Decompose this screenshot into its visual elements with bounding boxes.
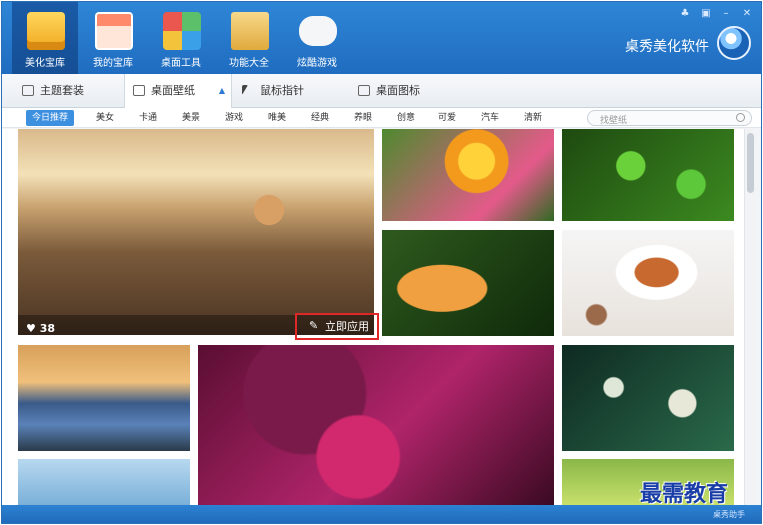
wallpaper-starfish[interactable]: ♥ 38: [18, 129, 374, 335]
gamepad-icon: [299, 16, 337, 46]
wallpaper-penguin[interactable]: [18, 459, 190, 505]
tab-label: 桌面图标: [376, 84, 420, 97]
category-today[interactable]: 今日推荐: [26, 110, 75, 126]
close-icon[interactable]: ✕: [740, 8, 754, 20]
category-cute[interactable]: 可爱: [432, 110, 462, 126]
category-bar: 今日推荐 美女 卡通 美景 游戏 唯美 经典 养眼 创意 可爱 汽车 清新 找壁…: [2, 108, 761, 128]
wallpaper-deer-lake[interactable]: [18, 345, 190, 451]
category-cars[interactable]: 汽车: [475, 110, 505, 126]
scroll-thumb[interactable]: [747, 133, 754, 193]
tab-label: 主题套装: [40, 84, 84, 97]
vertical-scrollbar[interactable]: [744, 129, 756, 505]
skin-icon[interactable]: ♣: [678, 8, 692, 20]
category-games[interactable]: 游戏: [219, 110, 249, 126]
search-placeholder: 找壁纸: [600, 116, 628, 126]
watermark-text: 最需教育: [640, 481, 729, 507]
wallpaper-grid: ♥ 38 ✎ 立即应用: [2, 129, 744, 505]
app-window: 美化宝库 我的宝库 桌面工具 功能大全 炫酷游戏 ♣ ▣ – ✕ 桌秀美化软件 …: [1, 1, 762, 524]
tab-wallpapers[interactable]: 桌面壁纸 ▲: [124, 74, 232, 108]
nav-label: 我的宝库: [93, 58, 133, 69]
tab-icons[interactable]: 桌面图标: [350, 74, 460, 108]
category-classic[interactable]: 经典: [305, 110, 335, 126]
wallpaper-flower[interactable]: [382, 129, 554, 221]
theme-icon: [22, 85, 34, 96]
tab-cursors[interactable]: 鼠标指针: [234, 74, 344, 108]
category-creative[interactable]: 创意: [391, 110, 421, 126]
wallpaper-pink-flower[interactable]: [198, 345, 554, 505]
magic-wand-icon: ✎: [309, 319, 319, 332]
wallpaper-dandelion[interactable]: [562, 345, 734, 451]
tab-label: 鼠标指针: [260, 84, 304, 97]
nav-label: 功能大全: [229, 58, 269, 69]
wallpaper-clover[interactable]: [562, 129, 734, 221]
status-text: 桌秀助手: [713, 510, 745, 519]
nav-item-games[interactable]: 炫酷游戏: [284, 2, 350, 74]
wallpaper-kitten[interactable]: [382, 230, 554, 336]
cursor-icon: [242, 85, 248, 95]
category-fresh[interactable]: 清新: [518, 110, 548, 126]
category-eye-candy[interactable]: 养眼: [348, 110, 378, 126]
header-bar: 美化宝库 我的宝库 桌面工具 功能大全 炫酷游戏 ♣ ▣ – ✕ 桌秀美化软件: [2, 2, 761, 74]
minimize-icon[interactable]: –: [719, 8, 733, 20]
apply-now-label: 立即应用: [325, 320, 369, 333]
treasure-box-icon: [27, 12, 65, 50]
toolbox-icon: [231, 12, 269, 50]
nav-item-gallery[interactable]: 美化宝库: [12, 2, 78, 74]
brand-logo: [717, 26, 751, 60]
nav-item-features[interactable]: 功能大全: [216, 2, 282, 74]
category-cartoon[interactable]: 卡通: [133, 110, 163, 126]
search-icon[interactable]: [736, 113, 745, 122]
nav-item-desktop-tools[interactable]: 桌面工具: [148, 2, 214, 74]
shop-icon: [95, 12, 133, 50]
search-input[interactable]: 找壁纸: [587, 110, 752, 126]
tab-bar: 主题套装 桌面壁纸 ▲ 鼠标指针 桌面图标: [2, 74, 761, 108]
monitor-icon: [358, 85, 370, 96]
category-scenery[interactable]: 美景: [176, 110, 206, 126]
like-count-value: 38: [39, 322, 56, 335]
category-aesthetic[interactable]: 唯美: [262, 110, 292, 126]
like-count[interactable]: ♥ 38: [26, 322, 55, 335]
nav-label: 美化宝库: [25, 58, 65, 69]
nav-label: 炫酷游戏: [297, 58, 337, 69]
tab-label: 桌面壁纸: [151, 84, 195, 97]
starfish-shape: [234, 175, 304, 245]
apply-now-button[interactable]: ✎ 立即应用: [295, 313, 379, 340]
picture-icon: [133, 85, 145, 96]
category-beauty[interactable]: 美女: [90, 110, 120, 126]
nav-item-my-gallery[interactable]: 我的宝库: [80, 2, 146, 74]
brand-name: 桌秀美化软件: [625, 39, 709, 55]
wallpaper-puppy[interactable]: [562, 230, 734, 336]
chevron-up-icon[interactable]: ▲: [219, 74, 225, 108]
nav-label: 桌面工具: [161, 58, 201, 69]
tools-grid-icon: [163, 12, 201, 50]
tab-theme-sets[interactable]: 主题套装: [14, 74, 124, 108]
menu-icon[interactable]: ▣: [699, 8, 713, 20]
